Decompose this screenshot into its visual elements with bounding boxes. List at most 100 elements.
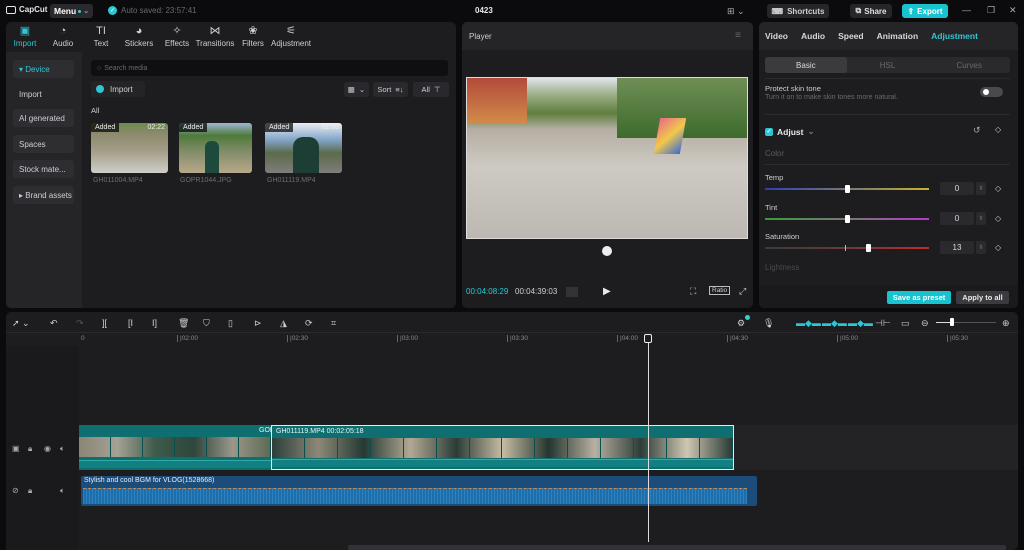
media-item[interactable]: Added 02:22 (91, 123, 168, 173)
focus-icon[interactable]: ⛶ (690, 286, 696, 297)
project-name[interactable]: 0423 (475, 6, 493, 15)
cover-icon[interactable]: ▣ (12, 444, 20, 453)
saturation-slider[interactable] (765, 244, 929, 252)
trim-right-icon[interactable]: I] (152, 318, 157, 328)
tint-slider[interactable] (765, 215, 929, 223)
temp-slider[interactable] (765, 185, 929, 193)
fullscreen-icon[interactable]: ⤢ (739, 286, 746, 297)
media-item[interactable]: Added (179, 123, 252, 173)
tab-stickers[interactable]: ◕ Stickers (120, 22, 158, 52)
stepper-icon[interactable]: ⇳ (976, 241, 986, 254)
snap-icon[interactable]: ▬◆▬ (848, 318, 873, 329)
trim-left-icon[interactable]: [I (128, 318, 133, 328)
minimize-icon[interactable]: — (962, 5, 971, 15)
play-button[interactable]: ▶ (603, 286, 611, 297)
undo-icon[interactable]: ↶ (50, 318, 58, 329)
freeze-icon[interactable]: ▯ (228, 318, 233, 329)
eye-icon[interactable]: ◉ (44, 444, 51, 453)
hamburger-icon[interactable]: ≡ (735, 30, 741, 41)
rotate-icon[interactable]: ⟳ (305, 318, 313, 329)
reset-icon[interactable]: ↺ (973, 125, 981, 136)
view-toggle-button[interactable]: ▦ ⌄ (344, 82, 369, 97)
sidebar-item-device[interactable]: ▾ Device (13, 60, 74, 78)
audio-clip[interactable]: Stylish and cool BGM for VLOG(1528668) (81, 476, 757, 506)
menu-button[interactable]: Menu ⌄ (50, 4, 93, 18)
zoom-in-icon[interactable]: ⊕ (1002, 318, 1010, 329)
search-input[interactable]: ○ Search media (91, 60, 448, 76)
preview-icon[interactable]: ▭ (901, 318, 910, 329)
tab-transitions[interactable]: ⋈ Transitions (196, 22, 235, 52)
sidebar-item-brand-assets[interactable]: ▸ Brand assets (13, 186, 74, 204)
playhead-handle[interactable] (644, 334, 652, 343)
mute-icon[interactable]: 🔈︎ (60, 486, 65, 496)
tint-value[interactable]: 0 (940, 212, 974, 225)
zoom-out-icon[interactable]: ⊖ (921, 318, 929, 329)
split-icon[interactable]: ][ (102, 318, 107, 328)
tab-filters[interactable]: ❀ Filters (234, 22, 272, 52)
saturation-value[interactable]: 13 (940, 241, 974, 254)
sidebar-item-spaces[interactable]: Spaces (13, 135, 74, 153)
select-tool-icon[interactable]: ➚ ⌄ (12, 318, 30, 329)
video-clip-selected[interactable]: GH011119.MP4 00:02:05:18 (271, 425, 734, 470)
reverse-icon[interactable]: ⊳ (254, 318, 262, 329)
export-button[interactable]: ⇪ Export (902, 4, 948, 18)
keyframe-icon[interactable]: ◇ (995, 214, 1001, 223)
ai-tool-icon[interactable]: ⚙ (737, 318, 745, 329)
protect-skin-toggle[interactable] (980, 87, 1003, 97)
tab-speed[interactable]: Speed (838, 31, 864, 41)
segment-hsl[interactable]: HSL (847, 57, 929, 73)
checkbox-checked-icon[interactable]: ✓ (765, 127, 773, 136)
horizontal-scrollbar[interactable] (348, 545, 1006, 550)
tab-audio[interactable]: ◔ Audio (44, 22, 82, 52)
rotate-icon[interactable] (602, 246, 612, 256)
shortcuts-button[interactable]: ⌨ Shortcuts (767, 4, 829, 18)
mirror-icon[interactable]: ◮ (280, 318, 287, 329)
slider-handle[interactable] (845, 215, 850, 223)
video-clip[interactable]: GOF (79, 425, 271, 470)
media-item[interactable]: Added 02:06 (265, 123, 342, 173)
keyframe-icon[interactable]: ◇ (995, 125, 1001, 134)
sidebar-item-ai-generated[interactable]: AI generated (13, 109, 74, 127)
zoom-slider[interactable] (936, 318, 996, 326)
slider-handle[interactable] (866, 244, 872, 252)
link-clips-icon[interactable]: ▬◆▬ (796, 318, 821, 329)
delete-icon[interactable]: 🗑︎ (178, 318, 189, 329)
zoom-slider-handle[interactable] (950, 318, 954, 326)
split-track-icon[interactable]: ⊣⊢ (875, 318, 891, 329)
crop-icon[interactable]: ⌗ (331, 318, 336, 329)
stepper-icon[interactable]: ⇳ (976, 212, 986, 225)
keyframe-icon[interactable]: ◇ (995, 243, 1001, 252)
microphone-icon[interactable]: 🎙︎ (763, 318, 774, 329)
adjust-header[interactable]: ✓ Adjust ⌄ (765, 126, 815, 137)
timecode-grid-icon[interactable] (566, 287, 578, 297)
ratio-button[interactable]: Ratio (709, 286, 731, 295)
temp-value[interactable]: 0 (940, 182, 974, 195)
sidebar-item-stock[interactable]: Stock mate... (13, 160, 74, 178)
apply-to-all-button[interactable]: Apply to all (956, 291, 1009, 304)
tab-animation[interactable]: Animation (877, 31, 919, 41)
sidebar-item-import[interactable]: Import (13, 85, 74, 103)
tab-adjustment[interactable]: Adjustment (931, 31, 978, 41)
segment-basic[interactable]: Basic (765, 57, 847, 73)
save-preset-button[interactable]: Save as preset (887, 291, 951, 304)
redo-icon[interactable]: ↷ (76, 318, 84, 329)
lock-icon[interactable]: 🔒︎ (28, 444, 32, 454)
filter-button[interactable]: All ⊤ (413, 82, 449, 97)
sort-button[interactable]: Sort ≡↓ (373, 82, 408, 97)
segment-curves[interactable]: Curves (928, 57, 1010, 73)
close-icon[interactable]: ✕ (1009, 5, 1017, 16)
layout-icon[interactable]: ⊞ ⌄ (727, 6, 745, 17)
share-button[interactable]: ⧉ Share (850, 4, 892, 18)
audio-track-icon[interactable]: ⊘ (12, 486, 19, 495)
playhead[interactable] (648, 336, 649, 542)
tab-adjustment[interactable]: ⚟ Adjustment (271, 22, 311, 52)
restore-icon[interactable]: ❐ (987, 5, 995, 16)
mute-icon[interactable]: 🔈︎ (60, 444, 65, 454)
time-ruler[interactable]: 0 |02:00 |02:30 |03:00 |03:30 |04:00 |04:30 |05… (79, 334, 1018, 346)
stepper-icon[interactable]: ⇳ (976, 182, 986, 195)
tab-video[interactable]: Video (765, 31, 788, 41)
video-preview[interactable] (466, 77, 748, 239)
mask-icon[interactable]: ⛉ (203, 318, 210, 329)
tab-effects[interactable]: ✧ Effects (158, 22, 196, 52)
tab-audio[interactable]: Audio (801, 31, 825, 41)
